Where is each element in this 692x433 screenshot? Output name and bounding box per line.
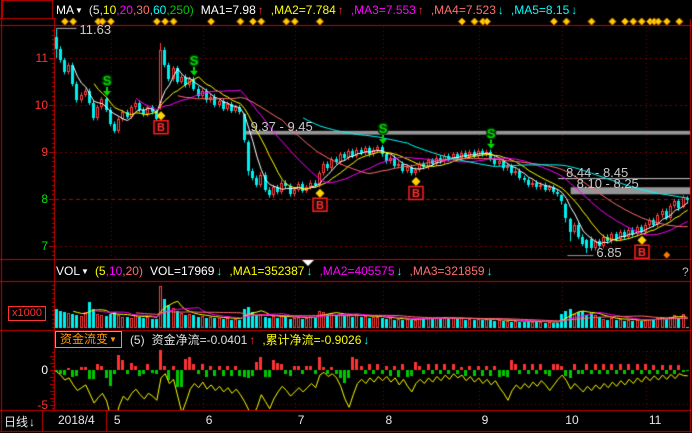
price-range-annotation: 9.37 - 9.45 [251,119,313,134]
trough-price-annotation: 6.85 [596,245,621,260]
ma-toolbar: MA▼ (5,10,20,30,60,250) MA1=7.98↑ ,MA2=7… [56,1,577,18]
vol-params: (5,10,20) [95,264,143,278]
chevron-down-icon: ▼ [75,6,83,15]
flow-dropdown-label: 资金流变 [60,332,108,347]
price-axis-label: 11 [18,51,48,65]
price-range-annotation: 8.10 - 8.25 [577,176,639,191]
ma-dropdown-label: MA [56,3,74,17]
down-arrow-icon: ↓ [29,415,35,429]
peak-price-annotation: 11.63 [80,22,112,37]
vol-ma3-value: ,MA3=321859↓ [410,264,493,278]
flow-toolbar: 资金流变▼ (5) 资金净流=-0.0401↑ ,累计净流=-0.9026↓ [55,331,369,348]
vol-ma1-value: ,MA1=352387↓ [229,264,312,278]
flow-param: (5) [130,333,145,347]
flow-axis-label: -5 [18,398,48,412]
up-arrow-icon: ↑ [258,3,264,17]
price-axis-label: 9 [18,145,48,159]
flow-axis-label: 0 [18,363,48,377]
cum-flow-value: ,累计净流=-0.9026↓ [262,331,369,348]
ma3-value: ,MA3=7.553↑ [351,3,424,17]
ma5-value: ,MA5=8.15↓ [511,3,577,17]
x-axis-month-label: 7 [298,413,305,427]
down-arrow-icon: ↓ [306,264,312,278]
x-axis-month-label: 10 [565,413,578,427]
help-icon[interactable]: ? [682,265,689,279]
net-flow-value: 资金净流=-0.0401↑ [152,331,256,348]
price-axis-label: 7 [18,239,48,253]
x-axis-month-label: 5 [114,413,121,427]
ma-dropdown[interactable]: MA▼ [56,3,83,17]
up-arrow-icon: ↑ [338,3,344,17]
vol-dropdown[interactable]: VOL▼ [56,264,89,278]
down-arrow-icon: ↓ [571,3,577,17]
period-selector[interactable]: 日线↓ [4,413,35,430]
x-axis-origin-label: 2018/4 [58,413,95,427]
chart-canvas[interactable] [0,0,692,433]
x-axis-month-label: 9 [482,413,489,427]
down-arrow-icon: ↓ [487,264,493,278]
price-axis-label: 10 [18,98,48,112]
ma1-value: MA1=7.98↑ [201,3,264,17]
up-arrow-icon: ↑ [249,333,255,347]
price-axis-label: 8 [18,192,48,206]
down-arrow-icon: ↓ [363,333,369,347]
vol-value: VOL=17969↓ [150,264,222,278]
ma4-value: ,MA4=7.523↓ [431,3,504,17]
chevron-down-icon: ▼ [109,332,117,347]
x-axis-month-label: 11 [649,413,661,427]
down-arrow-icon: ↓ [397,264,403,278]
stock-chart-window: MA▼ (5,10,20,30,60,250) MA1=7.98↑ ,MA2=7… [0,0,692,433]
volume-unit-label: x1000 [8,306,46,321]
vol-toolbar: VOL▼ (5,10,20) VOL=17969↓ ,MA1=352387↓ ,… [56,262,493,279]
flow-dropdown[interactable]: 资金流变▼ [55,331,122,348]
down-arrow-icon: ↓ [498,3,504,17]
vol-ma2-value: ,MA2=405575↓ [319,264,402,278]
ma2-value: ,MA2=7.784↑ [271,3,344,17]
x-axis-month-label: 8 [386,413,393,427]
chevron-down-icon: ▼ [81,267,89,276]
ma-params: (5,10,20,30,60,250) [89,3,194,17]
up-arrow-icon: ↑ [418,3,424,17]
down-arrow-icon: ↓ [216,264,222,278]
x-axis-month-label: 6 [206,413,213,427]
vol-dropdown-label: VOL [56,264,80,278]
